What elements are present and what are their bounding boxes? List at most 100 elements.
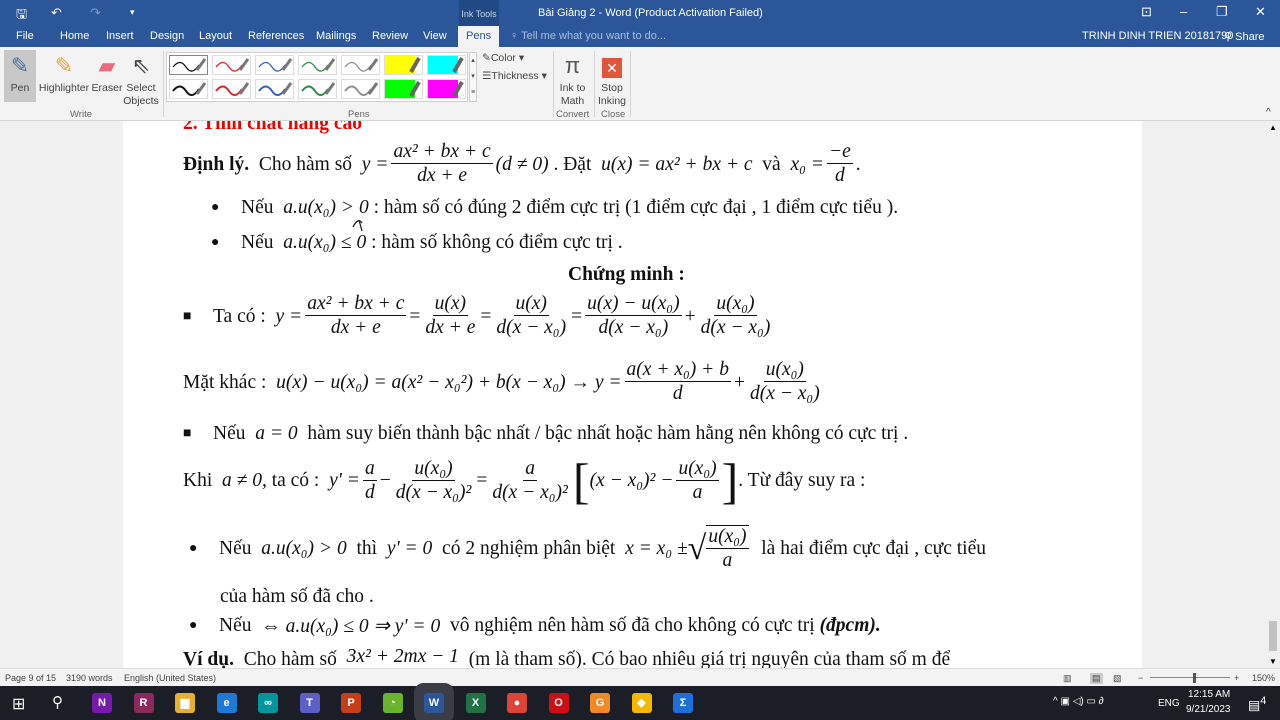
page-count[interactable]: Page 9 of 15: [5, 673, 56, 683]
input-language[interactable]: ENG: [1158, 698, 1180, 709]
color-button[interactable]: ✎Color ▾: [482, 52, 524, 64]
undo-icon[interactable]: ↶: [51, 5, 62, 21]
ribbon-display-icon[interactable]: ⊡: [1141, 4, 1152, 20]
close-button[interactable]: ✕: [1255, 4, 1266, 20]
app-green-taskbar-icon[interactable]: ◔: [382, 693, 403, 713]
math: y' =: [329, 470, 360, 491]
math: a = 0: [255, 423, 298, 444]
zoom-out-button[interactable]: −: [1138, 673, 1143, 683]
pen-swatch[interactable]: [255, 55, 294, 75]
pen-swatch[interactable]: [427, 79, 466, 99]
language[interactable]: English (United States): [124, 673, 216, 683]
numerator: −e: [826, 141, 853, 164]
gallery-scroll[interactable]: ▴ ▾ ≡: [469, 52, 477, 102]
tab-view[interactable]: View: [423, 30, 447, 42]
pen-swatch[interactable]: [384, 79, 423, 99]
document-page[interactable]: 2. Tính chất nâng cao Định lý. Cho hàm s…: [123, 121, 1142, 668]
pen-swatch[interactable]: [298, 55, 337, 75]
app-yellow-taskbar-icon[interactable]: ◆: [631, 693, 652, 713]
ink-to-label: Ink to: [559, 82, 586, 94]
tab-pens[interactable]: Pens: [458, 26, 500, 47]
read-mode-icon[interactable]: ▥: [1063, 673, 1072, 684]
sigma-taskbar-icon[interactable]: Σ: [673, 693, 693, 713]
arduino-taskbar-icon[interactable]: ∞: [258, 693, 278, 713]
pen-swatch[interactable]: [169, 79, 208, 99]
word-count[interactable]: 3190 words: [66, 673, 113, 683]
edge-taskbar-icon[interactable]: e: [216, 693, 237, 713]
powerpoint-taskbar-icon[interactable]: P: [341, 693, 361, 713]
thickness-button[interactable]: ☰Thickness ▾: [482, 70, 547, 82]
user-name[interactable]: TRINH DINH TRIEN 20181790: [1082, 30, 1233, 42]
opera-taskbar-icon[interactable]: O: [548, 693, 569, 713]
a-zero-line: ■ Nếu a = 0 hàm suy biến thành bậc nhất /…: [183, 423, 908, 445]
ink-tools-context-label: Ink Tools: [459, 0, 499, 26]
chrome-taskbar-icon[interactable]: ●: [507, 693, 527, 713]
highlighter-button[interactable]: ✎ Highlighter: [38, 50, 90, 95]
winrar-taskbar-icon[interactable]: R: [133, 693, 154, 713]
search-icon[interactable]: ⚲: [52, 693, 63, 711]
collapse-ribbon-icon[interactable]: ^: [1266, 107, 1271, 118]
share-button[interactable]: ⚲ Share: [1224, 30, 1264, 43]
pen-swatch[interactable]: [427, 55, 466, 75]
select-objects-button[interactable]: ⇖ Select Objects: [122, 50, 160, 108]
pen-swatch[interactable]: [341, 55, 380, 75]
zoom-in-button[interactable]: +: [1234, 673, 1239, 683]
scroll-down-icon[interactable]: ▼: [1269, 657, 1277, 666]
math: x₀ =: [790, 153, 824, 175]
tab-home[interactable]: Home: [60, 30, 89, 42]
excel-taskbar-icon[interactable]: X: [465, 693, 486, 713]
eraser-button[interactable]: ▰ Eraser: [91, 50, 123, 95]
redo-icon[interactable]: ↷: [90, 5, 101, 21]
pen-swatch[interactable]: [212, 79, 251, 99]
web-layout-icon[interactable]: ▧: [1113, 673, 1122, 684]
minimize-button[interactable]: –: [1180, 4, 1187, 19]
stop-x-icon: ✕: [596, 50, 628, 82]
scroll-thumb[interactable]: [1269, 621, 1277, 651]
zoom-level[interactable]: 150%: [1252, 673, 1275, 683]
tab-insert[interactable]: Insert: [106, 30, 134, 42]
pen-button[interactable]: ✎ Pen: [4, 50, 36, 102]
save-icon[interactable]: 🖫: [16, 5, 27, 27]
pi-icon: π: [564, 53, 581, 78]
pen-swatch[interactable]: [384, 55, 423, 75]
ink-to-math-button[interactable]: π Ink to Math: [556, 50, 589, 108]
numerator: u(x₀): [676, 457, 719, 481]
cursor-arrow-icon: ⇖: [131, 53, 151, 78]
pen-swatch[interactable]: [255, 79, 294, 99]
bullet-icon: ●: [211, 235, 220, 250]
pen-swatch[interactable]: [341, 79, 380, 99]
pen-swatch[interactable]: [169, 55, 208, 75]
word-taskbar-icon[interactable]: W: [424, 693, 444, 713]
denominator: dx + e: [330, 317, 381, 338]
tell-me-search[interactable]: ♀ Tell me what you want to do...: [510, 30, 666, 42]
file-explorer-taskbar-icon[interactable]: ▆: [175, 693, 195, 713]
notification-center-icon[interactable]: ▤4: [1248, 695, 1266, 713]
clock-date[interactable]: 9/21/2023: [1186, 704, 1231, 715]
print-layout-icon[interactable]: ▤: [1090, 673, 1103, 684]
tab-layout[interactable]: Layout: [199, 30, 232, 42]
group-label-write: Write: [70, 109, 92, 120]
windows-start-icon[interactable]: ⊞: [12, 694, 25, 714]
customize-qat-icon[interactable]: ▾: [130, 7, 135, 18]
tab-file[interactable]: File: [16, 30, 34, 42]
zoom-slider-thumb[interactable]: [1193, 673, 1196, 683]
app-orange-taskbar-icon[interactable]: G: [590, 693, 610, 713]
onenote-taskbar-icon[interactable]: N: [92, 693, 112, 713]
theorem-line: Định lý. Cho hàm số y = ax² + bx + c dx +…: [183, 141, 861, 188]
tab-design[interactable]: Design: [150, 30, 184, 42]
vertical-scrollbar[interactable]: ▲ ▼: [1266, 121, 1280, 668]
numerator: u(x₀): [763, 359, 806, 382]
restore-button[interactable]: ❐: [1216, 4, 1228, 20]
tray-icons[interactable]: ^ ▣ ◁) ▭ ∂: [1053, 696, 1104, 707]
scroll-up-icon[interactable]: ▲: [1269, 123, 1277, 132]
zoom-slider[interactable]: [1150, 677, 1230, 678]
stop-inking-button[interactable]: ✕ Stop Inking: [596, 50, 628, 108]
denominator: d(x − x₀): [749, 383, 820, 404]
pen-swatch[interactable]: [212, 55, 251, 75]
pen-swatch[interactable]: [298, 79, 337, 99]
tab-review[interactable]: Review: [372, 30, 408, 42]
tab-references[interactable]: References: [248, 30, 304, 42]
tab-mailings[interactable]: Mailings: [316, 30, 356, 42]
clock-time[interactable]: 12:15 AM: [1188, 689, 1230, 700]
teams-taskbar-icon[interactable]: T: [299, 693, 320, 713]
